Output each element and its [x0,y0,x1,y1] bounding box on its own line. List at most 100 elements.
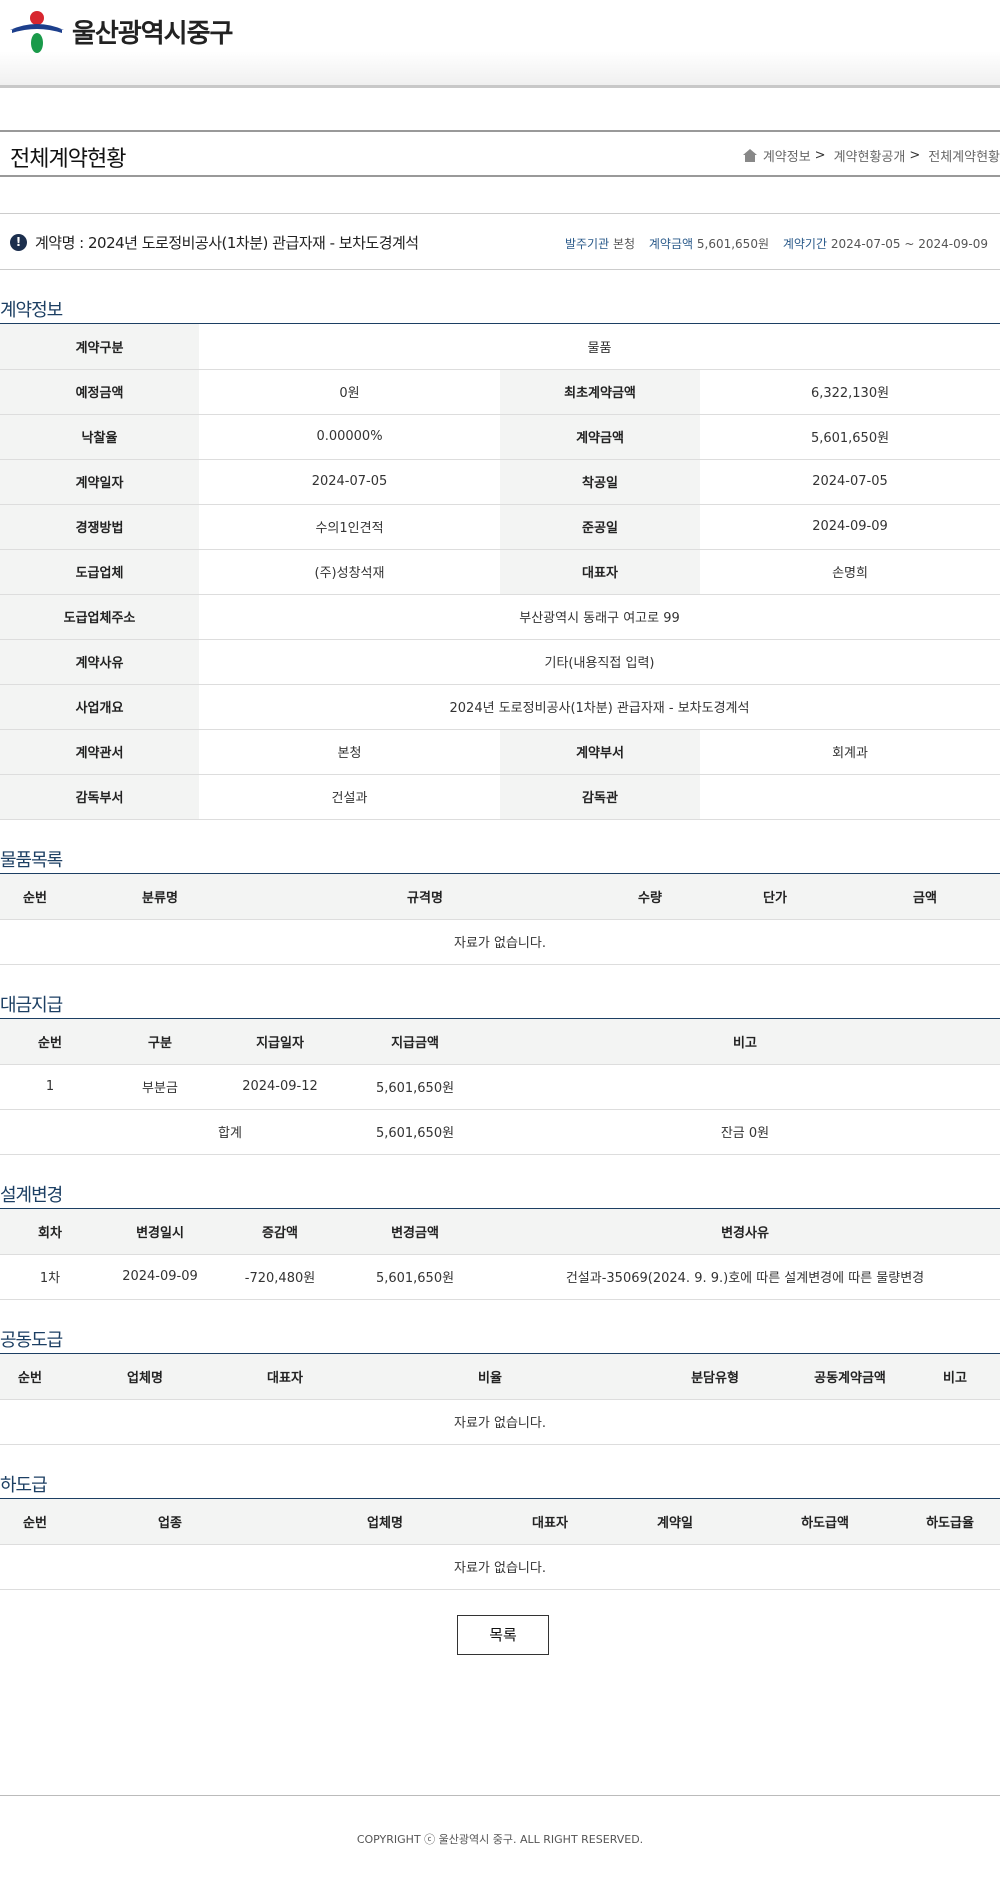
empty-message: 자료가 없습니다. [0,919,1000,965]
column-header: 비율 [340,1354,640,1400]
table-header-row: 순번 구분 지급일자 지급금액 비고 [0,1019,1000,1065]
summary-meta: 발주기관 본청 계약금액 5,601,650원 계약기간 2024-07-05 … [565,235,988,252]
table-header-row: 순번 업체명 대표자 비율 분담유형 공동계약금액 비고 [0,1354,1000,1400]
amount-value: 5,601,650원 [696,237,769,251]
title-bar: 전체계약현황 계약정보 > 계약현황공개 > 전체계약현황 [0,130,1000,177]
breadcrumb-item-contract-disclosure[interactable]: 계약현황공개 [834,146,906,165]
site-name: 울산광역시중구 [72,18,233,49]
table-cell: 부분금 [100,1064,220,1110]
period-label: 계약기간 [782,237,827,251]
info-label: 계약금액 [500,414,700,460]
info-label: 계약사유 [0,639,199,685]
column-header: 규격명 [250,874,600,920]
column-header: 순번 [0,874,70,920]
table-row: 자료가 없습니다. [0,1544,1000,1590]
info-value: 기타(내용직접 입력) [199,639,1000,685]
table-row: 계약구분 물품 [0,324,1000,370]
info-value: 물품 [199,324,1000,370]
info-value: 0.00000% [199,414,500,460]
info-value: 2024-07-05 [700,459,1000,505]
empty-message: 자료가 없습니다. [0,1399,1000,1445]
table-row: 도급업체주소 부산광역시 동래구 여고로 99 [0,594,1000,640]
info-label: 계약부서 [500,729,700,775]
info-label: 계약구분 [0,324,199,370]
column-header: 금액 [850,874,1000,920]
column-header: 지급일자 [220,1019,340,1065]
payment-table: 순번 구분 지급일자 지급금액 비고 1 부분금 2024-09-12 5,60… [0,1019,1000,1155]
column-header: 하도급율 [900,1499,1000,1545]
table-header-row: 회차 변경일시 증감액 변경금액 변경사유 [0,1209,1000,1255]
table-row: 도급업체 (주)성창석재 대표자 손명희 [0,549,1000,595]
column-header: 변경사유 [490,1209,1000,1255]
table-row: 1차 2024-09-09 -720,480원 5,601,650원 건설과-3… [0,1254,1000,1300]
table-row: 1 부분금 2024-09-12 5,601,650원 [0,1064,1000,1110]
breadcrumb: 계약정보 > 계약현황공개 > 전체계약현황 [742,146,1000,165]
home-icon[interactable] [742,149,757,162]
column-header: 순번 [0,1354,60,1400]
info-value: 회계과 [700,729,1000,775]
amount-label: 계약금액 [648,237,694,251]
table-header-row: 순번 업종 업체명 대표자 계약일 하도급액 하도급율 [0,1499,1000,1545]
contract-info-table: 계약구분 물품 예정금액 0원 최초계약금액 6,322,130원 낙찰율 0.… [0,324,1000,820]
column-header: 하도급액 [750,1499,900,1545]
info-value: 본청 [199,729,500,775]
info-value: (주)성창석재 [199,549,500,595]
total-label: 합계 [0,1109,340,1155]
table-cell [490,1064,1000,1110]
table-cell: 1차 [0,1254,100,1300]
breadcrumb-separator: > [909,148,921,163]
table-cell: 건설과-35069(2024. 9. 9.)호에 따른 설계변경에 따른 물량변… [490,1254,1000,1300]
info-value: 6,322,130원 [700,369,1000,415]
info-value: 2024-07-05 [199,459,500,505]
contract-name: 계약명 : 2024년 도로정비공사(1차분) 관급자재 - 보차도경계석 [35,234,419,252]
column-header: 업체명 [60,1354,230,1400]
column-header: 비고 [490,1019,1000,1065]
info-value: 2024-09-09 [700,504,1000,550]
page-title: 전체계약현황 [10,147,126,172]
section-title-contract-info: 계약정보 [0,300,1000,324]
design-change-table: 회차 변경일시 증감액 변경금액 변경사유 1차 2024-09-09 -720… [0,1209,1000,1300]
info-label: 계약관서 [0,729,199,775]
column-header: 비고 [910,1354,1000,1400]
table-row: 자료가 없습니다. [0,919,1000,965]
column-header: 순번 [0,1019,100,1065]
info-value: 부산광역시 동래구 여고로 99 [199,594,1000,640]
breadcrumb-item-contract-info[interactable]: 계약정보 [763,146,811,165]
table-row: 자료가 없습니다. [0,1399,1000,1445]
breadcrumb-item-all-contracts[interactable]: 전체계약현황 [928,146,1000,165]
table-row: 낙찰율 0.00000% 계약금액 5,601,650원 [0,414,1000,460]
info-label: 대표자 [500,549,700,595]
exclamation-icon: ! [10,234,27,251]
info-label: 도급업체 [0,549,199,595]
list-button[interactable]: 목록 [457,1615,549,1655]
period-value: 2024-07-05 ~ 2024-09-09 [830,237,988,251]
table-cell: 2024-09-12 [220,1064,340,1110]
table-header-row: 순번 분류명 규격명 수량 단가 금액 [0,874,1000,920]
ordering-org-label: 발주기관 [564,237,610,251]
section-title-design-change: 설계변경 [0,1185,1000,1209]
info-label: 사업개요 [0,684,199,730]
info-value: 2024년 도로정비공사(1차분) 관급자재 - 보차도경계석 [199,684,1000,730]
table-row: 감독부서 건설과 감독관 [0,774,1000,820]
column-header: 순번 [0,1499,70,1545]
column-header: 대표자 [500,1499,600,1545]
column-header: 회차 [0,1209,100,1255]
table-cell: 2024-09-09 [100,1254,220,1300]
site-logo[interactable]: 울산광역시중구 [8,8,233,54]
info-label: 낙찰율 [0,414,199,460]
empty-message: 자료가 없습니다. [0,1544,1000,1590]
site-header: 울산광역시중구 [0,0,1000,88]
goods-table: 순번 분류명 규격명 수량 단가 금액 자료가 없습니다. [0,874,1000,965]
info-value: 0원 [199,369,500,415]
section-title-payment: 대금지급 [0,995,1000,1019]
table-row: 계약사유 기타(내용직접 입력) [0,639,1000,685]
table-row: 계약관서 본청 계약부서 회계과 [0,729,1000,775]
info-value: 5,601,650원 [700,414,1000,460]
table-cell: -720,480원 [220,1254,340,1300]
column-header: 단가 [700,874,850,920]
copyright-text: COPYRIGHT ⓒ 울산광역시 중구. ALL RIGHT RESERVED… [356,1833,644,1846]
info-label: 최초계약금액 [500,369,700,415]
column-header: 분담유형 [640,1354,790,1400]
column-header: 공동계약금액 [790,1354,910,1400]
table-row: 경쟁방법 수의1인견적 준공일 2024-09-09 [0,504,1000,550]
